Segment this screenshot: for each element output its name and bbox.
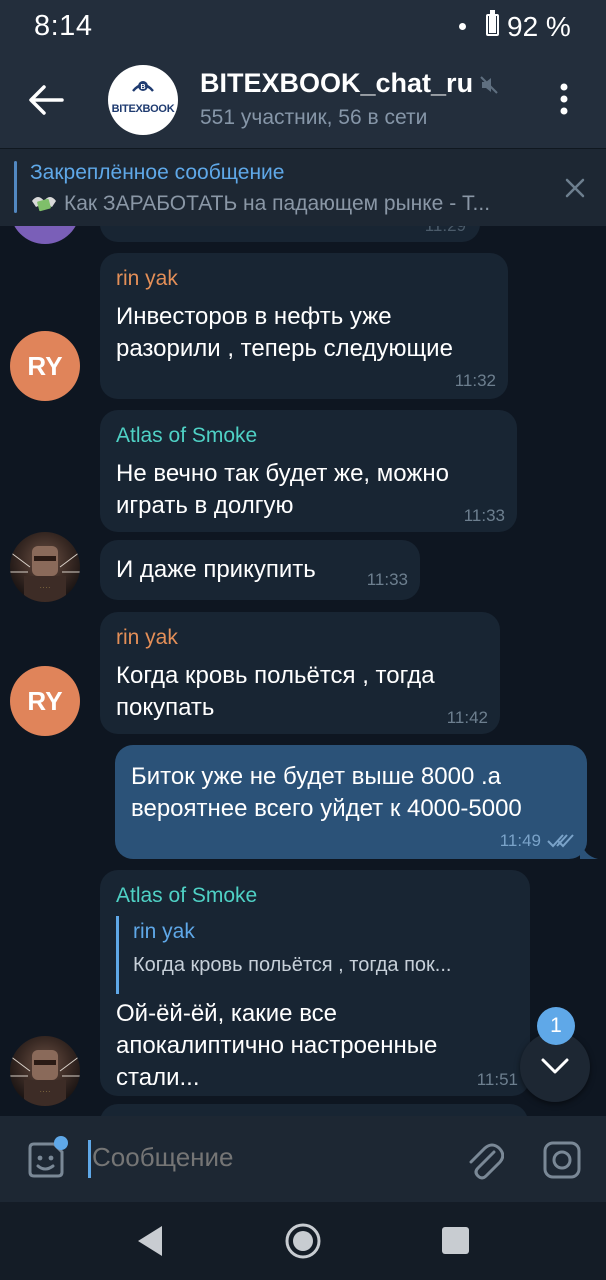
message-list[interactable]: 11:29 rin yak Инвесторов в нефть уже раз… xyxy=(0,226,606,1116)
message-text-line: И даже прикупить xyxy=(116,556,316,583)
svg-text:. . . .: . . . . xyxy=(40,1088,50,1094)
message-time: 11:49 xyxy=(499,831,541,850)
nav-back-icon[interactable] xyxy=(136,1224,164,1258)
status-bar: 8:14 92 % xyxy=(0,0,606,52)
message-text-line: играть в долгую xyxy=(116,492,294,519)
avatar[interactable]: . . . . xyxy=(10,532,80,602)
avatar-logo-text: BITEXBOOK xyxy=(111,103,175,115)
message-sender[interactable]: rin yak xyxy=(116,626,178,650)
avatar[interactable] xyxy=(10,226,80,244)
message-sender[interactable]: Atlas of Smoke xyxy=(116,884,257,908)
chevron-down-icon xyxy=(541,1058,569,1074)
close-icon[interactable] xyxy=(564,177,586,199)
user-photo-icon: . . . . xyxy=(10,1050,80,1106)
muted-icon xyxy=(480,76,498,94)
user-photo-icon: . . . . xyxy=(10,546,80,602)
text-cursor xyxy=(88,1140,91,1178)
message-time: 11:32 xyxy=(454,371,496,390)
bubble-tail xyxy=(580,840,598,859)
svg-text:B: B xyxy=(140,84,145,91)
new-stickers-dot xyxy=(54,1136,68,1150)
double-check-icon xyxy=(547,834,574,848)
chat-title[interactable]: BITEXBOOK_chat_ru xyxy=(200,68,473,99)
message-sender[interactable]: Atlas of Smoke xyxy=(116,424,257,448)
pinned-title: Закреплённое сообщение xyxy=(30,161,285,184)
message-bubble[interactable]: rin yak Когда кровь польётся , тогда пок… xyxy=(100,612,500,734)
notification-dot-icon xyxy=(459,23,466,30)
more-vertical-icon[interactable] xyxy=(552,82,576,116)
message-bubble-outgoing[interactable]: Биток уже не будет выше 8000 .а вероятне… xyxy=(115,745,587,859)
message-text-line: Ой-ёй-ёй, какие все xyxy=(116,1000,338,1027)
svg-text:. . . .: . . . . xyxy=(40,584,50,590)
message-input[interactable] xyxy=(92,1142,432,1173)
status-time: 8:14 xyxy=(34,10,93,42)
message-sender[interactable]: rin yak xyxy=(116,267,178,291)
pinned-text: Как ЗАРАБОТАТЬ на падающем рынке - Т... xyxy=(64,192,491,215)
nav-home-icon[interactable] xyxy=(284,1222,322,1260)
message-text-line: стали... xyxy=(116,1064,200,1091)
chat-header: B BITEXBOOK BITEXBOOK_chat_ru 551 участн… xyxy=(0,52,606,148)
avatar[interactable]: RY xyxy=(10,331,80,401)
message-bubble-partial[interactable] xyxy=(100,1104,528,1116)
money-wings-icon xyxy=(32,197,56,212)
message-text-line: вероятнее всего уйдет к 4000-5000 xyxy=(131,795,522,822)
reply-text: Когда кровь польётся , тогда пок... xyxy=(133,954,452,976)
message-text-line: Биток уже не будет выше 8000 .а xyxy=(131,763,501,790)
message-text-line: Не вечно так будет же, можно xyxy=(116,460,449,487)
message-text-line: Инвесторов в нефть уже xyxy=(116,303,392,330)
chat-member-count: 551 участник, 56 в сети xyxy=(200,106,428,129)
avatar[interactable]: RY xyxy=(10,666,80,736)
unread-count-badge: 1 xyxy=(537,1007,575,1045)
message-bubble[interactable]: И даже прикупить 11:33 xyxy=(100,540,420,600)
system-nav-bar xyxy=(0,1202,606,1280)
battery-icon xyxy=(486,10,499,36)
message-bubble-partial[interactable]: 11:29 xyxy=(100,226,480,242)
reply-preview[interactable]: rin yak Когда кровь польётся , тогда пок… xyxy=(116,916,496,994)
pinned-message-bar[interactable]: Закреплённое сообщение Как ЗАРАБОТАТЬ на… xyxy=(0,148,606,226)
reply-sender: rin yak xyxy=(133,920,195,943)
battery-percent: 92 % xyxy=(507,11,571,42)
message-text-line: разорили , теперь следующие xyxy=(116,335,453,362)
message-text-line: Когда кровь польётся , тогда xyxy=(116,662,435,689)
back-arrow-icon[interactable] xyxy=(22,78,70,122)
nav-recents-icon[interactable] xyxy=(442,1227,469,1254)
message-bubble[interactable]: Atlas of Smoke Не вечно так будет же, мо… xyxy=(100,410,517,532)
message-bubble[interactable]: rin yak Инвесторов в нефть уже разорили … xyxy=(100,253,508,399)
message-time: 11:33 xyxy=(366,570,408,589)
message-text-line: покупать xyxy=(116,694,215,721)
camera-icon[interactable] xyxy=(542,1140,582,1180)
avatar[interactable]: . . . . xyxy=(10,1036,80,1106)
message-time: 11:33 xyxy=(463,506,505,525)
message-time: 11:42 xyxy=(446,708,488,727)
message-bubble[interactable]: Atlas of Smoke rin yak Когда кровь польё… xyxy=(100,870,530,1096)
message-time: 11:29 xyxy=(425,226,466,236)
pinned-accent-bar xyxy=(14,161,17,213)
message-text-line: апокалиптично настроенные xyxy=(116,1032,438,1059)
message-input-bar xyxy=(0,1116,606,1202)
message-time: 11:51 xyxy=(476,1070,518,1089)
paperclip-icon[interactable] xyxy=(464,1138,504,1182)
bitexbook-logo-icon: B xyxy=(132,81,154,92)
chat-avatar[interactable]: B BITEXBOOK xyxy=(108,65,178,135)
